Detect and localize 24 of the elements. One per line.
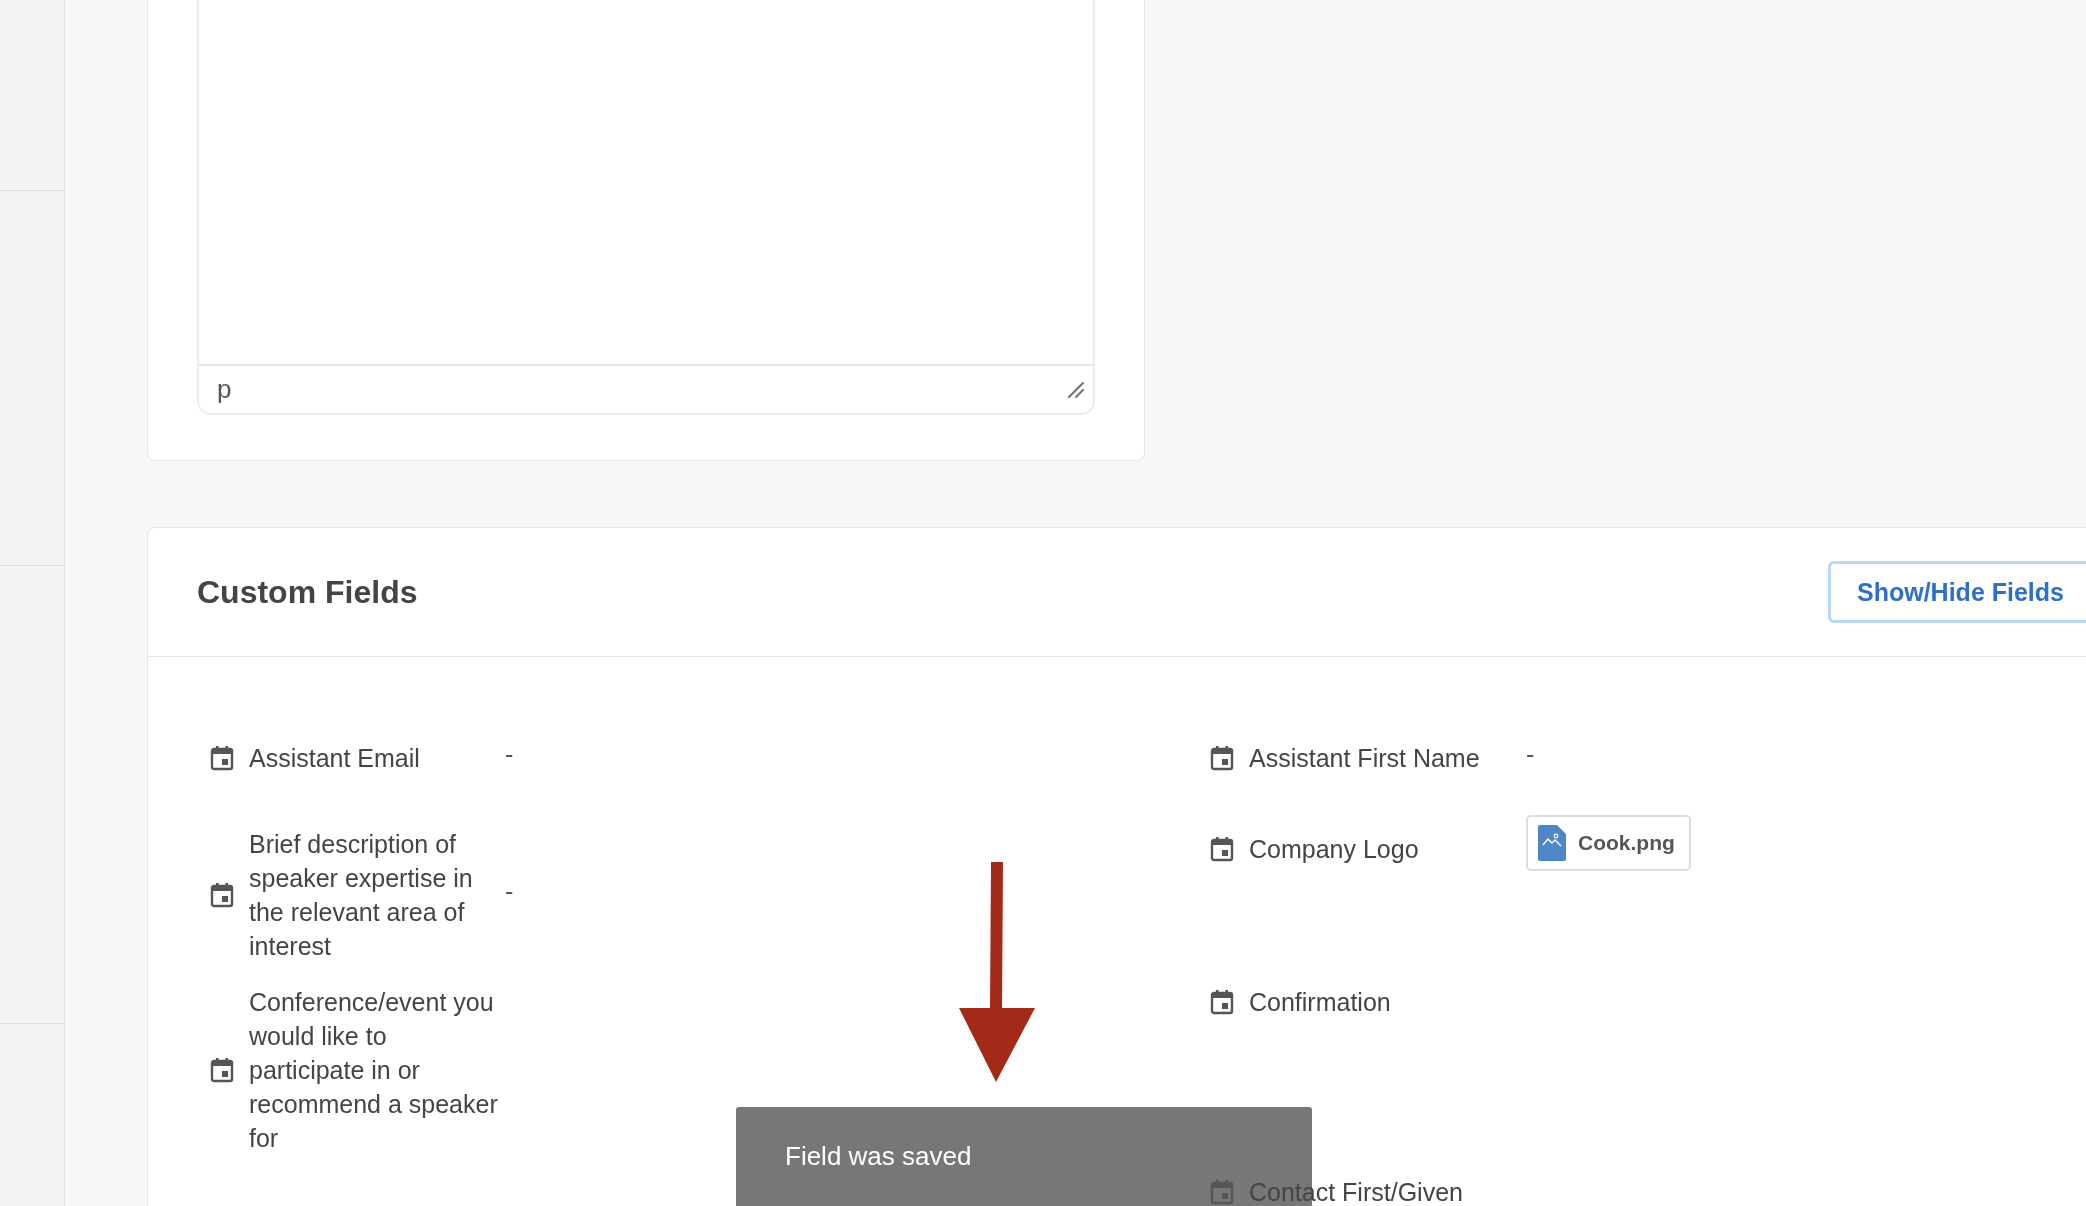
field-value: - — [505, 876, 514, 907]
toast-message: Field was saved — [785, 1141, 972, 1172]
field-label: Assistant Email — [249, 743, 421, 774]
show-hide-fields-button[interactable]: Show/Hide Fields — [1828, 561, 2086, 623]
calendar-icon — [1210, 1179, 1234, 1205]
text-editor[interactable]: p — [197, 0, 1095, 415]
calendar-icon — [210, 1057, 234, 1083]
calendar-icon — [1210, 989, 1234, 1015]
field-label: Conference/event you would like to participate in or recommend a speaker for — [249, 987, 499, 1154]
field-label: Assistant First Name — [1249, 743, 1481, 774]
file-chip[interactable]: Cook.png — [1526, 815, 1691, 871]
image-file-icon — [1538, 825, 1566, 861]
field-label: Confirmation — [1249, 987, 1392, 1018]
calendar-icon — [1210, 836, 1234, 862]
field-value: - — [1526, 739, 1535, 770]
calendar-icon — [210, 745, 234, 771]
resize-handle-icon[interactable] — [1067, 380, 1085, 399]
calendar-icon — [210, 882, 234, 908]
section-title: Custom Fields — [197, 573, 418, 611]
calendar-icon — [1210, 745, 1234, 771]
field-label: Company Logo — [1249, 834, 1420, 865]
field-label: Brief description of speaker expertise in the relevant area of interest — [249, 829, 474, 962]
field-value: - — [505, 739, 514, 770]
element-path: p — [217, 374, 232, 405]
